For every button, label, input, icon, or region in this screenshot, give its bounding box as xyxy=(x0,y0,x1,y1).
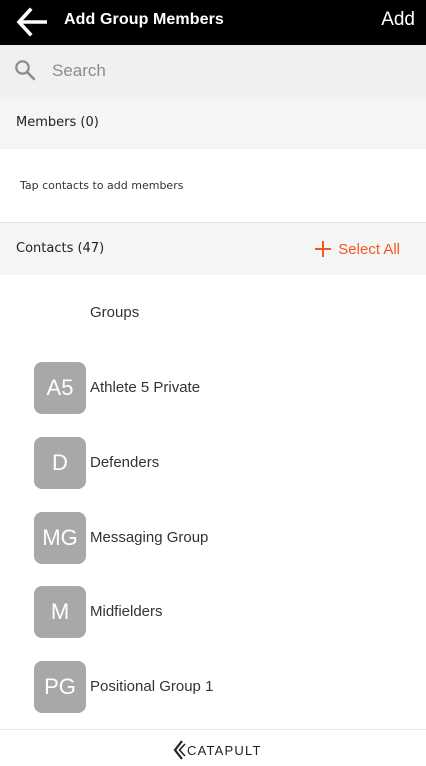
select-all-button[interactable]: Select All xyxy=(314,236,400,262)
search-icon xyxy=(15,60,36,81)
contacts-title: Contacts (47) xyxy=(16,241,105,256)
top-app-bar: Add Group Members Add xyxy=(0,0,426,45)
avatar: D xyxy=(34,437,86,489)
members-hint: Tap contacts to add members xyxy=(20,179,184,192)
catapult-logo: CATAPULT xyxy=(172,739,262,761)
arrow-left-icon xyxy=(16,7,47,37)
contact-name: Athlete 5 Private xyxy=(90,379,201,396)
select-all-label: Select All xyxy=(338,240,400,258)
members-header: Members (0) xyxy=(0,97,426,149)
add-button[interactable]: Add xyxy=(381,0,415,40)
contact-name: Messaging Group xyxy=(90,529,209,546)
logo-text: CATAPULT xyxy=(187,742,262,758)
contacts-header: Contacts (47) Select All xyxy=(0,223,426,275)
contact-row[interactable]: A5 Athlete 5 Private xyxy=(0,362,426,422)
contact-row[interactable]: PG Positional Group 1 xyxy=(0,661,426,721)
avatar: MG xyxy=(34,512,86,564)
contact-name: Positional Group 1 xyxy=(90,678,214,695)
contact-name: Midfielders xyxy=(90,603,163,620)
contact-name: Defenders xyxy=(90,454,160,471)
catapult-logo-mark-icon xyxy=(173,740,186,760)
avatar: PG xyxy=(34,661,86,713)
footer: CATAPULT xyxy=(0,729,426,766)
search-input[interactable] xyxy=(52,53,412,89)
contact-row[interactable]: M Midfielders xyxy=(0,586,426,646)
members-title: Members (0) xyxy=(16,115,99,130)
contact-row[interactable]: D Defenders xyxy=(0,437,426,497)
groups-label: Groups xyxy=(90,304,140,321)
page-title: Add Group Members xyxy=(64,11,224,28)
back-button[interactable] xyxy=(16,4,56,40)
contact-row[interactable]: MG Messaging Group xyxy=(0,512,426,572)
avatar: A5 xyxy=(34,362,86,414)
avatar: M xyxy=(34,586,86,638)
search-bar xyxy=(0,45,426,97)
plus-icon xyxy=(315,241,332,257)
